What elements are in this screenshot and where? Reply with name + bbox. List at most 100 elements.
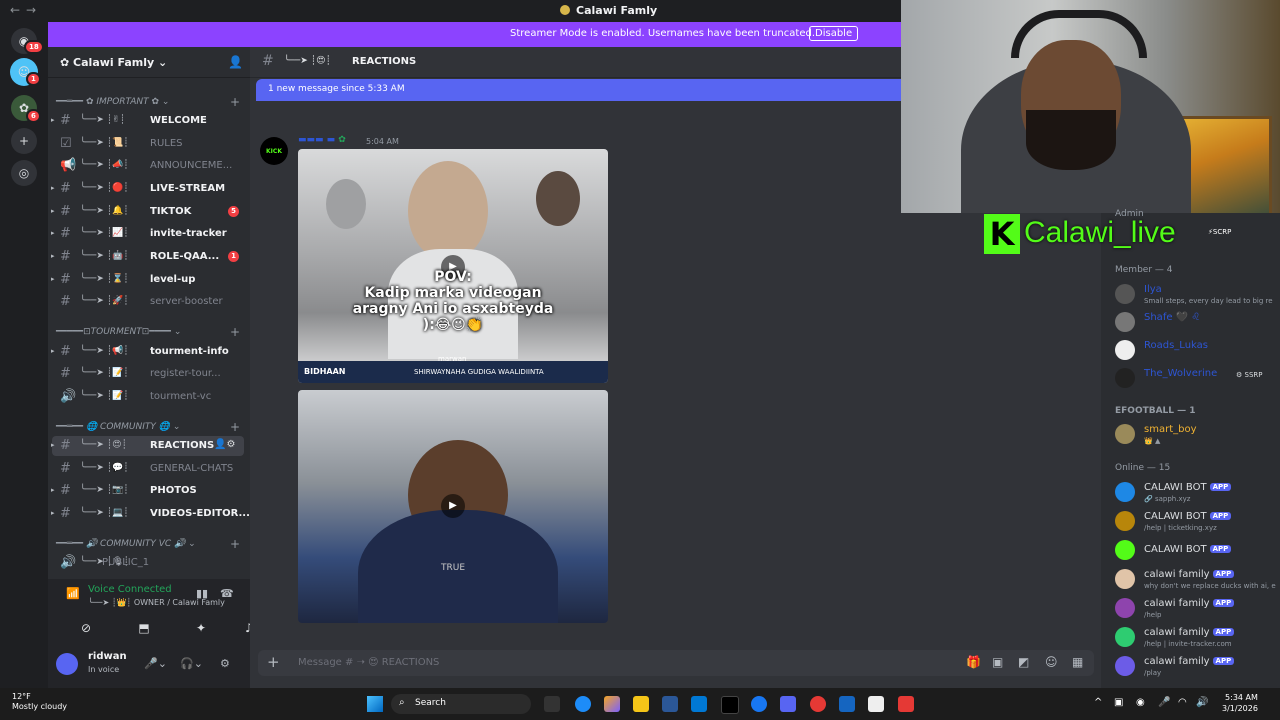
facebook-icon[interactable] xyxy=(751,696,767,712)
member-row[interactable]: calawi family APP /help xyxy=(1115,595,1280,623)
taskbar-search[interactable]: ⌕ Search xyxy=(391,694,531,714)
back-forward-icon[interactable]: ←→ xyxy=(10,3,42,17)
sticker-icon[interactable]: ◩ xyxy=(1018,655,1029,669)
discord-icon[interactable] xyxy=(780,696,796,712)
voice-status[interactable]: Voice Connected xyxy=(88,584,172,595)
task-view-icon[interactable] xyxy=(544,696,560,712)
gift-icon[interactable]: 🎁 xyxy=(966,655,981,669)
hash-icon: # xyxy=(60,344,71,359)
app-icon[interactable] xyxy=(691,696,707,712)
member-row[interactable]: Roads_Lukas xyxy=(1115,337,1280,365)
member-row[interactable]: CALAWI BOT APP /help | ticketking.xyz xyxy=(1115,508,1280,536)
member-row[interactable]: Ilya Small steps, every day lead to big … xyxy=(1115,281,1280,309)
add-channel-icon[interactable]: + xyxy=(230,420,240,434)
username[interactable]: ridwan xyxy=(88,651,127,662)
server-header[interactable]: ✿ Calawi Famly ⌄ 👤 xyxy=(48,47,250,78)
channel-reactions[interactable]: ▸ # ╰──➤ ┊😍┊ REACTIONS 👤⚙ xyxy=(51,436,244,456)
avatar[interactable]: KICK xyxy=(260,137,288,165)
video-lower-third: BIDHAAN SHIRWAYNAHA GUDIGA WAALIDIINTA xyxy=(298,361,608,383)
channel-announcements[interactable]: 📢 ╰──➤ ┊📣┊ ANNOUNCEME... xyxy=(52,156,244,176)
category-community[interactable]: ━━═━━ 🌐 COMMUNITY 🌐 ⌄ + xyxy=(56,420,240,434)
camera-off-button[interactable]: ⊘ xyxy=(66,617,106,639)
invite-icon[interactable]: 👤 xyxy=(228,55,243,69)
file-explorer-icon[interactable] xyxy=(633,696,649,712)
new-messages-bar[interactable]: 1 new message since 5:33 AM xyxy=(256,79,901,101)
message-input[interactable]: Message # ➝ 😍 REACTIONS xyxy=(298,657,439,668)
member-row[interactable]: CALAWI BOT APP 🔗 sapph.xyz xyxy=(1115,479,1280,507)
add-attachment-icon[interactable]: + xyxy=(267,653,280,671)
channel-photos[interactable]: ▸ # ╰──➤ ┊📷┊ PHOTOS xyxy=(51,481,244,501)
tray-app-icon[interactable]: ◉ xyxy=(1136,697,1145,708)
app-icon[interactable] xyxy=(868,696,884,712)
gif-icon[interactable]: ▣ xyxy=(992,655,1003,669)
avatar[interactable] xyxy=(56,653,78,675)
channel-register-tour[interactable]: # ╰──➤ ┊📝┊ register-tour... xyxy=(52,364,244,384)
channel-settings-icon[interactable]: 👤⚙ xyxy=(214,439,235,450)
message-author[interactable]: ▬▬▬ ▬ ✿ xyxy=(298,135,346,145)
member-row[interactable]: smart_boy 👑 ▲ xyxy=(1115,421,1280,449)
emoji-icon[interactable]: ☺ xyxy=(1045,655,1058,669)
speaker-icon: 🔊 xyxy=(60,389,77,404)
settings-gear-icon[interactable]: ⚙ xyxy=(220,657,230,670)
headphones-icon[interactable]: 🎧⌄ xyxy=(180,657,203,670)
channel-role-qaa[interactable]: ▸ # ╰──➤ ┊🤖┊ ROLE-QAA... 1 xyxy=(51,247,244,267)
channel-videos-editor[interactable]: ▸ # ╰──➤ ┊💻┊ VIDEOS-EDITOR... xyxy=(51,504,250,524)
screen-share-button[interactable]: ⬒ xyxy=(124,617,164,639)
member-row[interactable]: Shafe 🖤 ♌ xyxy=(1115,309,1280,337)
channel-general-chats[interactable]: # ╰──➤ ┊💬┊ GENERAL-CHATS xyxy=(52,459,244,479)
hash-icon: # xyxy=(60,226,71,241)
shield-icon[interactable] xyxy=(839,696,855,712)
channel-server-booster[interactable]: # ╰──➤ ┊🚀┊ server-booster xyxy=(52,292,244,312)
member-row[interactable]: calawi family APP why don't we replace du… xyxy=(1115,566,1280,594)
channel-public-1[interactable]: 🔊 ╰──➤ ┊🎙┊ PUBLIC_1 xyxy=(52,553,244,573)
channel-tourment-vc[interactable]: 🔊 ╰──➤ ┊📝┊ tourment-vc xyxy=(52,387,244,407)
apps-icon[interactable]: ▦ xyxy=(1072,655,1083,669)
app-icon[interactable] xyxy=(898,696,914,712)
category-community-vc[interactable]: ━━═━━ 🔊 COMMUNITY VC 🔊 ⌄ + xyxy=(56,537,240,551)
microphone-icon[interactable]: 🎤⌄ xyxy=(144,657,167,670)
member-row[interactable]: calawi family APP /play xyxy=(1115,653,1280,681)
channel-live-stream[interactable]: ▸ # ╰──➤ ┊🔴┊ LIVE-STREAM xyxy=(51,179,244,199)
wifi-icon[interactable]: ◠ xyxy=(1178,697,1187,708)
category-important[interactable]: ━━═━━ ✿ IMPORTANT ✿ ⌄ + xyxy=(56,95,240,109)
channel-deco: ╰──➤ ┊😍┊ xyxy=(80,440,127,450)
add-channel-icon[interactable]: + xyxy=(230,537,240,551)
member-name: calawi family APP xyxy=(1144,569,1235,580)
tray-app-icon[interactable]: ▣ xyxy=(1114,697,1123,708)
disable-button[interactable]: Disable xyxy=(809,26,859,41)
play-icon[interactable]: ▶ xyxy=(441,494,465,518)
channel-welcome[interactable]: ▸ # ╰──➤ ┊✌┊ WELCOME xyxy=(51,111,244,131)
activities-button[interactable]: ✦ xyxy=(181,617,221,639)
add-server-icon[interactable]: + xyxy=(11,128,37,154)
user-panel: ridwan In voice 🎤⌄ 🎧⌄ ⚙ xyxy=(48,645,250,688)
member-row[interactable]: The_Wolverine ⚙ SSRP xyxy=(1115,365,1280,393)
microphone-icon[interactable]: 🎤 xyxy=(1158,697,1170,708)
video-attachment-1[interactable]: ▶ POV: Kadip marka videogan aragny Ani i… xyxy=(298,149,608,383)
clock[interactable]: 5:34 AM 3/1/2026 xyxy=(1222,692,1258,714)
channel-level-up[interactable]: ▸ # ╰──➤ ┊⌛┊ level-up xyxy=(51,270,244,290)
store-icon[interactable] xyxy=(662,696,678,712)
channel-tourment-info[interactable]: ▸ # ╰──➤ ┊📢┊ tourment-info xyxy=(51,342,244,362)
copilot-icon[interactable] xyxy=(604,696,620,712)
explore-icon[interactable]: ◎ xyxy=(11,160,37,186)
video-attachment-2[interactable]: ▶ TRUE xyxy=(298,390,608,623)
tiktok-icon[interactable] xyxy=(721,696,739,714)
member-row[interactable]: calawi family APP /help | invite-tracker.… xyxy=(1115,624,1280,652)
channel-invite-tracker[interactable]: ▸ # ╰──➤ ┊📈┊ invite-tracker xyxy=(51,224,244,244)
add-channel-icon[interactable]: + xyxy=(230,95,240,109)
app-icon[interactable] xyxy=(810,696,826,712)
channel-tiktok[interactable]: ▸ # ╰──➤ ┊🔔┊ TIKTOK 5 xyxy=(51,202,244,222)
member-status: 🔗 sapph.xyz xyxy=(1144,495,1191,503)
volume-icon[interactable]: 🔊 xyxy=(1196,697,1208,708)
disconnect-icon[interactable]: ☎ xyxy=(220,587,234,600)
member-status: /help | ticketking.xyz xyxy=(1144,524,1217,532)
tray-chevron-icon[interactable]: ^ xyxy=(1094,697,1102,708)
weather-widget[interactable]: 12°F Mostly cloudy xyxy=(12,692,67,712)
category-tourment[interactable]: ━━━━━⊡TOURMENT⊡━━━━ ⌄ + xyxy=(56,325,240,339)
windows-start-icon[interactable] xyxy=(367,696,383,712)
channel-rules[interactable]: ☑ ╰──➤ ┊📜┊ RULES xyxy=(52,134,244,154)
member-row[interactable]: CALAWI BOT APP xyxy=(1115,537,1280,565)
noise-suppression-icon[interactable]: ▮▮ xyxy=(196,587,208,600)
add-channel-icon[interactable]: + xyxy=(230,325,240,339)
edge-icon[interactable] xyxy=(575,696,591,712)
